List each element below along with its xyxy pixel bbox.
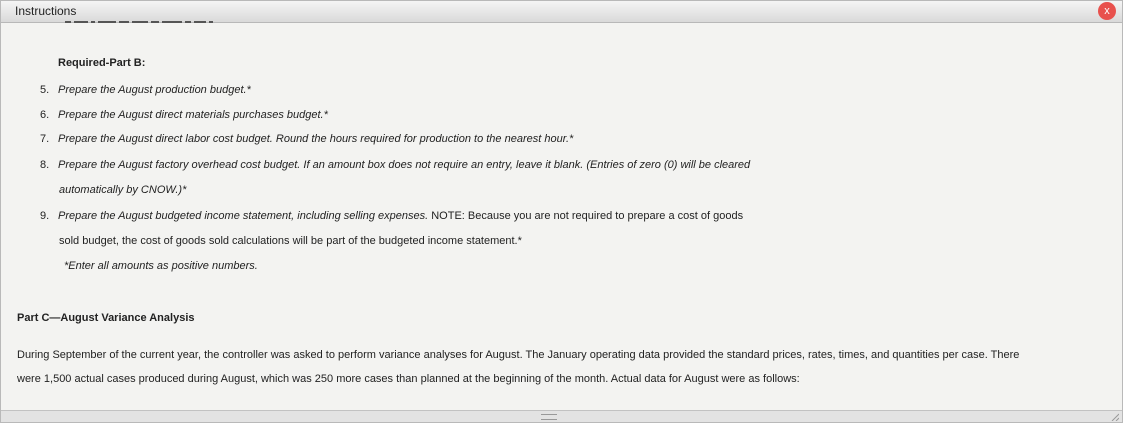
item-number: 9. bbox=[40, 210, 50, 222]
instructions-window: Instructions x Required-Part B: 5. Prepar… bbox=[0, 0, 1123, 423]
instructions-content: Required-Part B: 5. Prepare the August pr… bbox=[1, 23, 1122, 411]
item-text: Prepare the August direct materials purc… bbox=[58, 109, 328, 121]
item-continuation: automatically by CNOW.)* bbox=[59, 184, 187, 196]
item-number: 6. bbox=[40, 109, 50, 121]
item-continuation: sold budget, the cost of goods sold calc… bbox=[59, 235, 522, 247]
item-text: Prepare the August factory overhead cost… bbox=[58, 159, 751, 171]
resize-grip-icon[interactable] bbox=[1111, 413, 1119, 421]
title-bar[interactable]: Instructions x bbox=[1, 1, 1122, 23]
amounts-note: *Enter all amounts as positive numbers. bbox=[64, 260, 258, 272]
drag-handle[interactable] bbox=[541, 414, 557, 420]
list-item: 5. Prepare the August production budget.* bbox=[40, 84, 251, 96]
item-text: Prepare the August direct labor cost bud… bbox=[58, 133, 574, 145]
close-button[interactable]: x bbox=[1098, 2, 1116, 20]
item-text: Prepare the August budgeted income state… bbox=[58, 210, 429, 222]
window-title: Instructions bbox=[15, 4, 77, 18]
list-item: 6. Prepare the August direct materials pu… bbox=[40, 109, 328, 121]
part-b-heading: Required-Part B: bbox=[58, 57, 146, 69]
item-number: 7. bbox=[40, 133, 50, 145]
item-note-text: NOTE: Because you are not required to pr… bbox=[428, 210, 744, 222]
item-text: Prepare the August production budget.* bbox=[58, 84, 251, 96]
item-number: 8. bbox=[40, 159, 50, 171]
list-item: 9. Prepare the August budgeted income sta… bbox=[40, 210, 743, 222]
part-c-heading: Part C—August Variance Analysis bbox=[17, 312, 195, 324]
variance-paragraph-line-2: were 1,500 actual cases produced during … bbox=[17, 373, 800, 385]
list-item: 7. Prepare the August direct labor cost b… bbox=[40, 133, 573, 145]
bottom-bar bbox=[1, 410, 1122, 422]
item-number: 5. bbox=[40, 84, 50, 96]
variance-paragraph-line-1: During September of the current year, th… bbox=[17, 349, 1020, 361]
list-item: 8. Prepare the August factory overhead co… bbox=[40, 159, 750, 171]
